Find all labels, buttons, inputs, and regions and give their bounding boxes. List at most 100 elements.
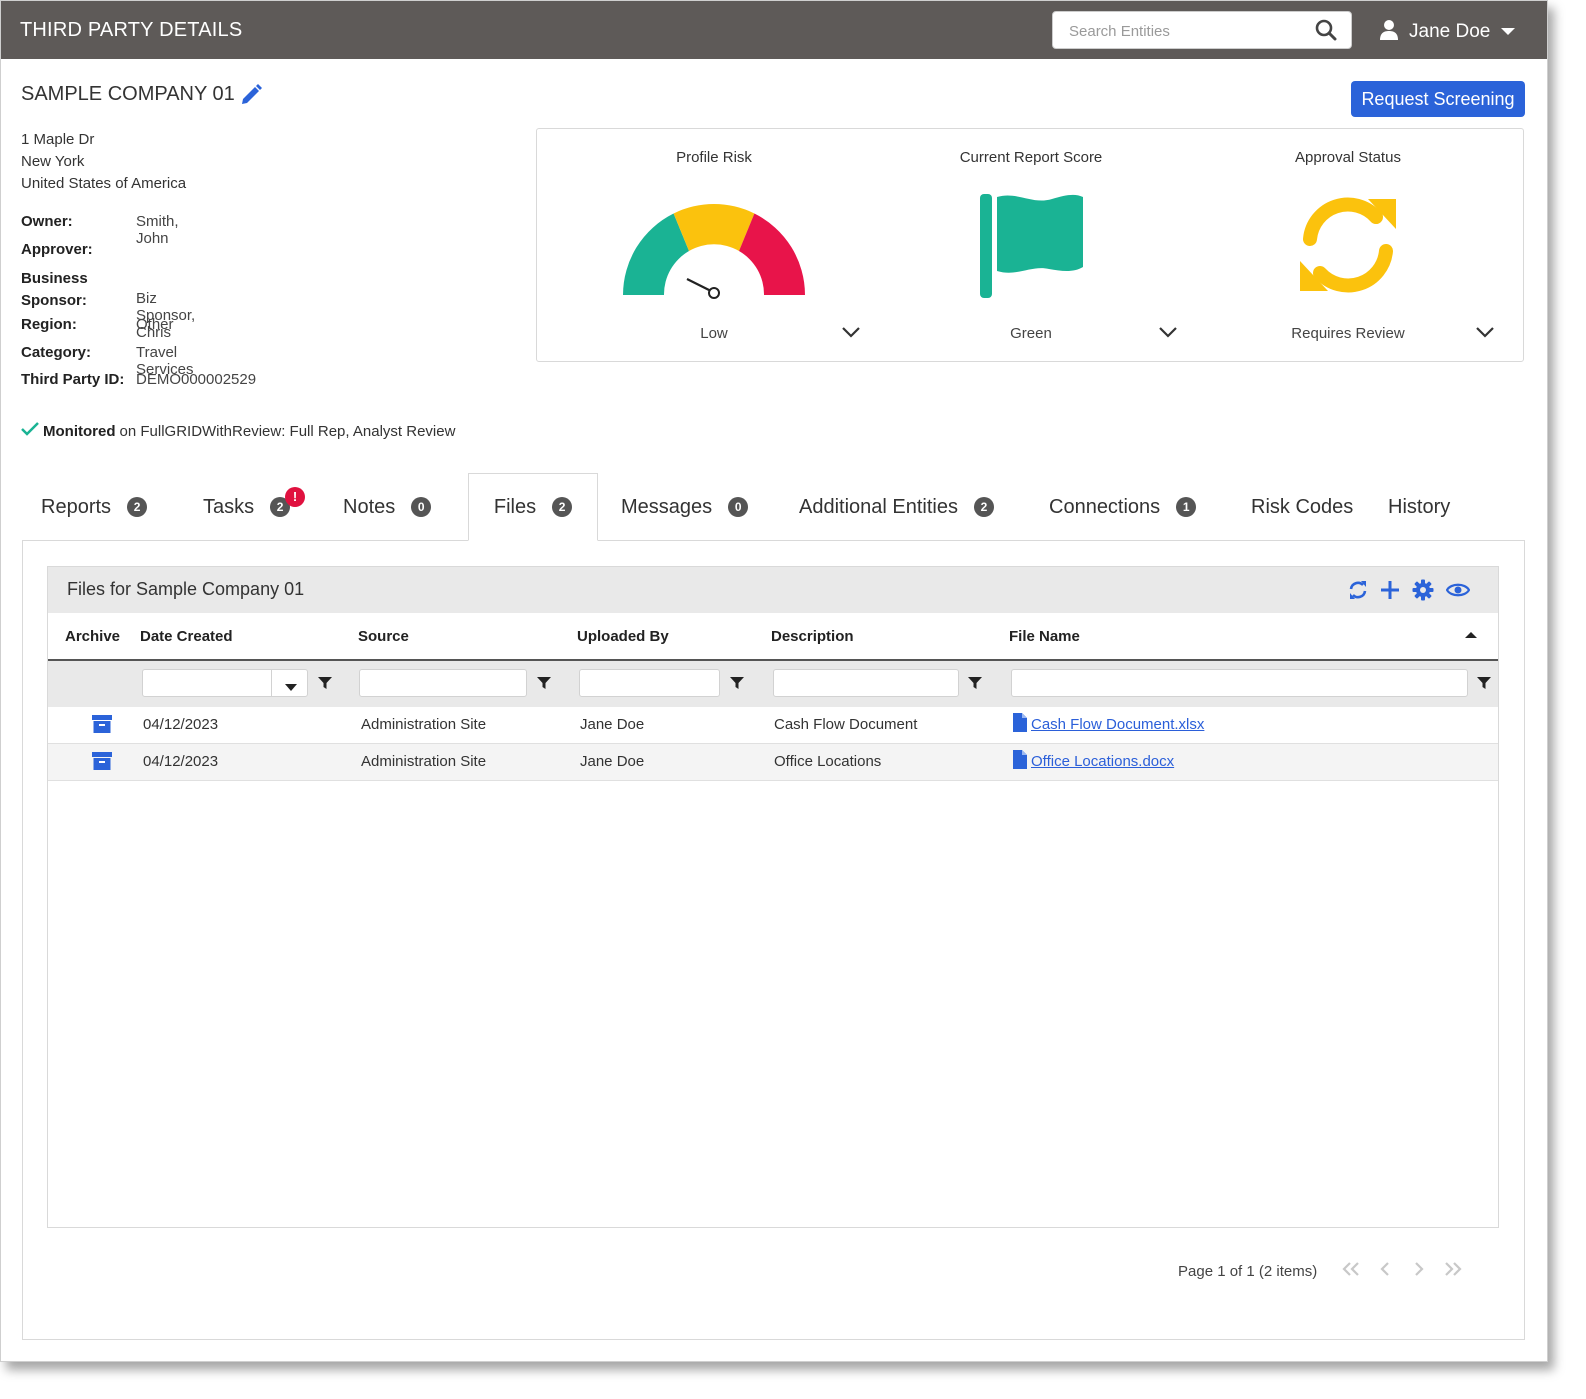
previous-page-icon[interactable]	[1375, 1261, 1395, 1282]
address-line: 1 Maple Dr	[21, 131, 95, 148]
approval-status-card[interactable]: Approval Status Requires Review	[1183, 129, 1513, 361]
alert-badge: !	[285, 487, 305, 507]
source-filter-input[interactable]	[359, 669, 527, 697]
gear-icon[interactable]	[1412, 579, 1434, 606]
first-page-icon[interactable]	[1341, 1261, 1361, 1282]
detail-value: Smith, John	[136, 213, 179, 247]
detail-label: Owner:	[21, 213, 73, 230]
search-icon[interactable]	[1315, 19, 1337, 46]
date-filter-input[interactable]	[142, 669, 308, 697]
filter-icon[interactable]	[730, 676, 744, 695]
search-box[interactable]	[1052, 11, 1352, 49]
tab-tasks[interactable]: Tasks 2	[203, 473, 291, 541]
table-row[interactable]: 04/12/2023 Administration Site Jane Doe …	[48, 707, 1498, 744]
tab-additional-entities[interactable]: Additional Entities 2	[799, 473, 994, 541]
score-title: Current Report Score	[959, 149, 1103, 166]
pencil-icon[interactable]	[239, 83, 263, 112]
file-icon	[1013, 713, 1027, 736]
monitored-text: on FullGRIDWithReview: Full Rep, Analyst…	[119, 422, 456, 440]
score-title: Profile Risk	[676, 149, 752, 166]
column-header-file-name[interactable]: File Name	[1009, 628, 1080, 645]
detail-label: Business Sponsor:	[21, 270, 88, 309]
column-header-archive[interactable]: Archive	[65, 628, 120, 645]
tab-label: Additional Entities	[799, 495, 958, 518]
tab-history[interactable]: History	[1388, 473, 1450, 541]
user-menu[interactable]: Jane Doe	[1379, 19, 1516, 45]
tab-messages[interactable]: Messages 0	[621, 473, 749, 541]
caret-down-icon[interactable]	[284, 679, 298, 697]
score-title: Approval Status	[1295, 149, 1401, 166]
chevron-down-icon[interactable]	[1158, 325, 1178, 343]
score-panel: Profile Risk Low Current Report Score Gr…	[536, 128, 1524, 362]
cell-description: Office Locations	[774, 753, 882, 770]
filter-row	[48, 661, 1498, 707]
score-value: Low	[700, 325, 728, 342]
refresh-icon	[1296, 195, 1400, 300]
address-line: United States of America	[21, 175, 187, 192]
archive-icon[interactable]	[92, 715, 112, 737]
table-row[interactable]: 04/12/2023 Administration Site Jane Doe …	[48, 744, 1498, 781]
cell-uploaded-by: Jane Doe	[580, 716, 645, 733]
archive-icon[interactable]	[92, 752, 112, 774]
tab-label: Files	[493, 495, 537, 518]
chevron-down-icon[interactable]	[841, 325, 861, 343]
app-window: THIRD PARTY DETAILS Jane Doe SAMPLE COMP…	[0, 0, 1548, 1362]
count-badge: 2	[973, 497, 994, 517]
tab-files[interactable]: Files 2	[468, 473, 598, 541]
pager-info: Page 1 of 1 (2 items)	[1178, 1263, 1318, 1280]
tab-label: Notes	[343, 495, 396, 518]
detail-value: Other	[136, 316, 174, 333]
tab-connections[interactable]: Connections 1	[1049, 473, 1197, 541]
refresh-icon[interactable]	[1348, 580, 1368, 605]
address-line: New York	[21, 153, 85, 170]
column-header-description[interactable]: Description	[771, 628, 854, 645]
tab-label: Risk Codes	[1251, 495, 1354, 518]
uploaded-by-filter-input[interactable]	[579, 669, 720, 697]
search-input[interactable]	[1067, 20, 1311, 42]
file-link[interactable]: Office Locations.docx	[1031, 753, 1174, 770]
top-bar: THIRD PARTY DETAILS Jane Doe	[1, 1, 1547, 59]
profile-risk-card[interactable]: Profile Risk Low	[549, 129, 879, 361]
request-screening-button[interactable]: Request Screening	[1351, 81, 1525, 117]
chevron-down-icon[interactable]	[1475, 325, 1495, 343]
filter-icon[interactable]	[318, 676, 332, 695]
detail-value: DEMO000002529	[136, 371, 257, 388]
report-score-card[interactable]: Current Report Score Green	[866, 129, 1196, 361]
monitored-status: Monitored on FullGRIDWithReview: Full Re…	[21, 421, 455, 441]
last-page-icon[interactable]	[1443, 1261, 1463, 1282]
column-headers: Archive Date Created Source Uploaded By …	[48, 613, 1498, 661]
description-filter-input[interactable]	[773, 669, 959, 697]
filter-icon[interactable]	[537, 676, 551, 695]
column-header-date-created[interactable]: Date Created	[140, 628, 233, 645]
cell-date-created: 04/12/2023	[143, 716, 219, 733]
tab-notes[interactable]: Notes 0	[343, 473, 432, 541]
cell-source: Administration Site	[361, 716, 487, 733]
cell-date-created: 04/12/2023	[143, 753, 219, 770]
tab-label: Tasks	[203, 495, 255, 518]
tab-label: Connections	[1049, 495, 1161, 518]
column-header-uploaded-by[interactable]: Uploaded By	[577, 628, 669, 645]
user-icon	[1379, 19, 1399, 46]
tab-risk-codes[interactable]: Risk Codes	[1251, 473, 1353, 541]
caret-down-icon[interactable]	[1500, 23, 1516, 41]
file-icon	[1013, 750, 1027, 773]
filter-icon[interactable]	[1477, 676, 1491, 695]
eye-icon[interactable]	[1445, 581, 1471, 604]
next-page-icon[interactable]	[1409, 1261, 1429, 1282]
score-value: Green	[1010, 325, 1052, 342]
column-header-source[interactable]: Source	[358, 628, 409, 645]
checkmark-icon	[21, 421, 39, 441]
filter-icon[interactable]	[968, 676, 982, 695]
tab-label: Reports	[41, 495, 112, 518]
detail-label: Category:	[21, 343, 92, 361]
detail-label: Region:	[21, 316, 77, 333]
address-block: 1 Maple Dr New York United States of Ame…	[21, 129, 186, 195]
file-name-filter-input[interactable]	[1011, 669, 1468, 697]
file-link[interactable]: Cash Flow Document.xlsx	[1031, 716, 1204, 733]
cell-description: Cash Flow Document	[774, 716, 918, 733]
tab-label: History	[1388, 495, 1451, 518]
add-icon[interactable]	[1380, 580, 1400, 605]
tab-reports[interactable]: Reports 2	[41, 473, 148, 541]
sort-ascending-icon[interactable]	[1464, 627, 1478, 645]
pager-controls	[1341, 1261, 1463, 1282]
